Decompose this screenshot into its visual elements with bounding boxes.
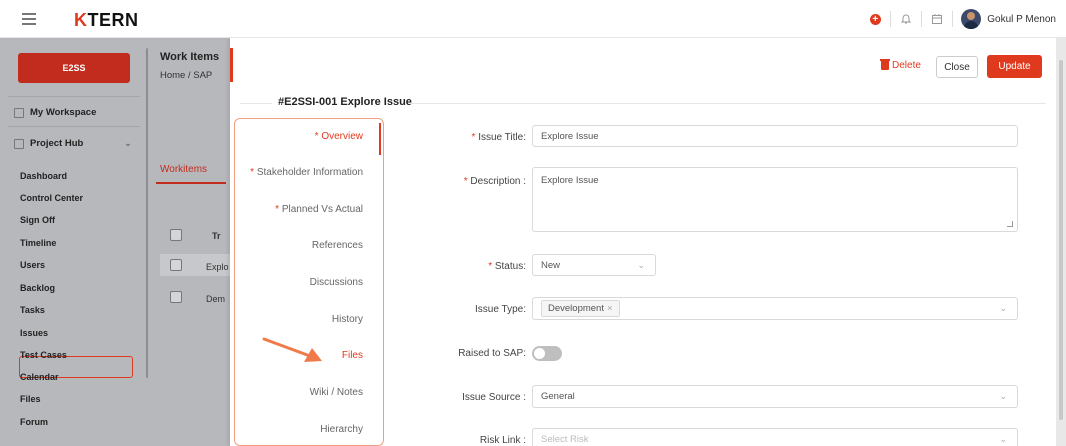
description-textarea[interactable]: Explore Issue xyxy=(532,167,1018,232)
issue-source-select[interactable]: General ⌄ xyxy=(532,385,1018,408)
divider xyxy=(408,103,1046,104)
trash-icon xyxy=(880,59,890,70)
sidebar-item-project-hub[interactable]: Project Hub ⌄ xyxy=(14,138,132,149)
sidebar-item-calendar[interactable]: Calendar xyxy=(20,372,59,382)
update-button[interactable]: Update xyxy=(987,55,1042,78)
sidebar-item-tasks[interactable]: Tasks xyxy=(20,305,45,315)
workspace-icon xyxy=(14,107,24,118)
page-title: Work Items xyxy=(160,51,220,63)
tab-discussions[interactable]: Discussions xyxy=(310,277,363,288)
resize-handle[interactable] xyxy=(1007,221,1013,227)
panel-marker xyxy=(230,48,233,82)
bell-icon[interactable] xyxy=(891,0,921,38)
divider xyxy=(8,126,140,127)
sidebar-item-files[interactable]: Files xyxy=(20,394,41,404)
issue-type-label: Issue Type: xyxy=(475,304,526,315)
menu-icon[interactable] xyxy=(22,13,36,25)
add-circle-icon[interactable]: + xyxy=(860,0,890,38)
description-label: * Description : xyxy=(463,176,526,187)
row-cell: Dem xyxy=(206,294,226,304)
sidebar-item-issues[interactable]: Issues xyxy=(20,328,48,338)
user-name[interactable]: Gokul P Menon xyxy=(987,14,1056,25)
issue-title-label: * Issue Title: xyxy=(471,132,526,143)
sidebar-item-users[interactable]: Users xyxy=(20,260,45,270)
close-button[interactable]: Close xyxy=(936,56,978,78)
risk-link-select[interactable]: Select Risk ⌄ xyxy=(532,428,1018,446)
page-scrollbar[interactable] xyxy=(1059,60,1063,420)
sidebar-item-dashboard[interactable]: Dashboard xyxy=(20,171,67,181)
remove-tag-icon[interactable]: × xyxy=(607,303,613,314)
sidebar-item-backlog[interactable]: Backlog xyxy=(20,283,55,293)
top-bar: KTERN + Gokul P Menon xyxy=(0,0,1066,38)
row-cell: Explo xyxy=(206,262,229,272)
status-select[interactable]: New ⌄ xyxy=(532,254,656,276)
logo[interactable]: KTERN xyxy=(74,10,139,31)
tab-files[interactable]: Files xyxy=(342,350,363,361)
status-label: * Status: xyxy=(488,261,526,272)
project-button[interactable]: E2SS xyxy=(18,53,130,83)
sidebar-item-forum[interactable]: Forum xyxy=(20,417,48,427)
row-checkbox[interactable] xyxy=(170,259,182,271)
sidebar-item-sign-off[interactable]: Sign Off xyxy=(20,215,55,225)
grid-icon xyxy=(14,138,24,149)
breadcrumb[interactable]: Home / SAP xyxy=(160,70,212,81)
issue-type-select[interactable]: Development × ⌄ xyxy=(532,297,1018,320)
tab-wiki-notes[interactable]: Wiki / Notes xyxy=(310,387,363,398)
raised-to-sap-label: Raised to SAP: xyxy=(458,348,526,359)
column-header: Tr xyxy=(212,231,221,241)
risk-link-label: Risk Link : xyxy=(479,435,526,446)
issue-source-label: Issue Source : xyxy=(462,392,526,403)
tab-hierarchy[interactable]: Hierarchy xyxy=(320,424,363,435)
sidebar: E2SS My Workspace Project Hub ⌄ Dashboard… xyxy=(0,38,148,446)
row-checkbox[interactable] xyxy=(170,291,182,303)
divider xyxy=(240,103,272,104)
calendar-icon[interactable] xyxy=(922,0,952,38)
chevron-down-icon: ⌄ xyxy=(999,303,1007,313)
raised-to-sap-toggle[interactable] xyxy=(532,346,562,361)
issue-panel: Delete Close Update #E2SSI-001 Explore I… xyxy=(230,38,1056,446)
tab-overview[interactable]: * Overview xyxy=(315,131,363,142)
sidebar-item-my-workspace[interactable]: My Workspace xyxy=(14,107,96,118)
chevron-down-icon: ⌄ xyxy=(999,391,1007,401)
divider xyxy=(8,96,140,97)
tab-planned-vs-actual[interactable]: * Planned Vs Actual xyxy=(275,204,363,215)
tab-stakeholder-information[interactable]: * Stakeholder Information xyxy=(250,167,363,178)
main-background: Work Items Home / SAP Workitems Tr Explo… xyxy=(148,38,230,446)
chevron-down-icon: ⌄ xyxy=(999,434,1007,444)
issue-title-input[interactable]: Explore Issue xyxy=(532,125,1018,147)
tab-references[interactable]: References xyxy=(312,240,363,251)
avatar[interactable] xyxy=(961,9,982,29)
sidebar-item-timeline[interactable]: Timeline xyxy=(20,238,56,248)
section-tabs: * Overview * Stakeholder Information * P… xyxy=(234,118,384,446)
divider xyxy=(952,11,954,27)
annotation-arrow-icon xyxy=(262,337,322,362)
delete-button[interactable]: Delete xyxy=(880,59,921,71)
tab-underline xyxy=(156,182,226,184)
tab-workitems[interactable]: Workitems xyxy=(160,164,207,175)
chevron-down-icon: ⌄ xyxy=(124,138,132,149)
tab-history[interactable]: History xyxy=(332,314,363,325)
chevron-down-icon: ⌄ xyxy=(637,259,645,270)
issue-heading: #E2SSI-001 Explore Issue xyxy=(278,96,412,108)
sidebar-item-control-center[interactable]: Control Center xyxy=(20,193,83,203)
issue-type-tag[interactable]: Development × xyxy=(541,300,620,317)
sidebar-item-test-cases[interactable]: Test Cases xyxy=(20,350,67,360)
select-all-checkbox[interactable] xyxy=(170,229,182,241)
